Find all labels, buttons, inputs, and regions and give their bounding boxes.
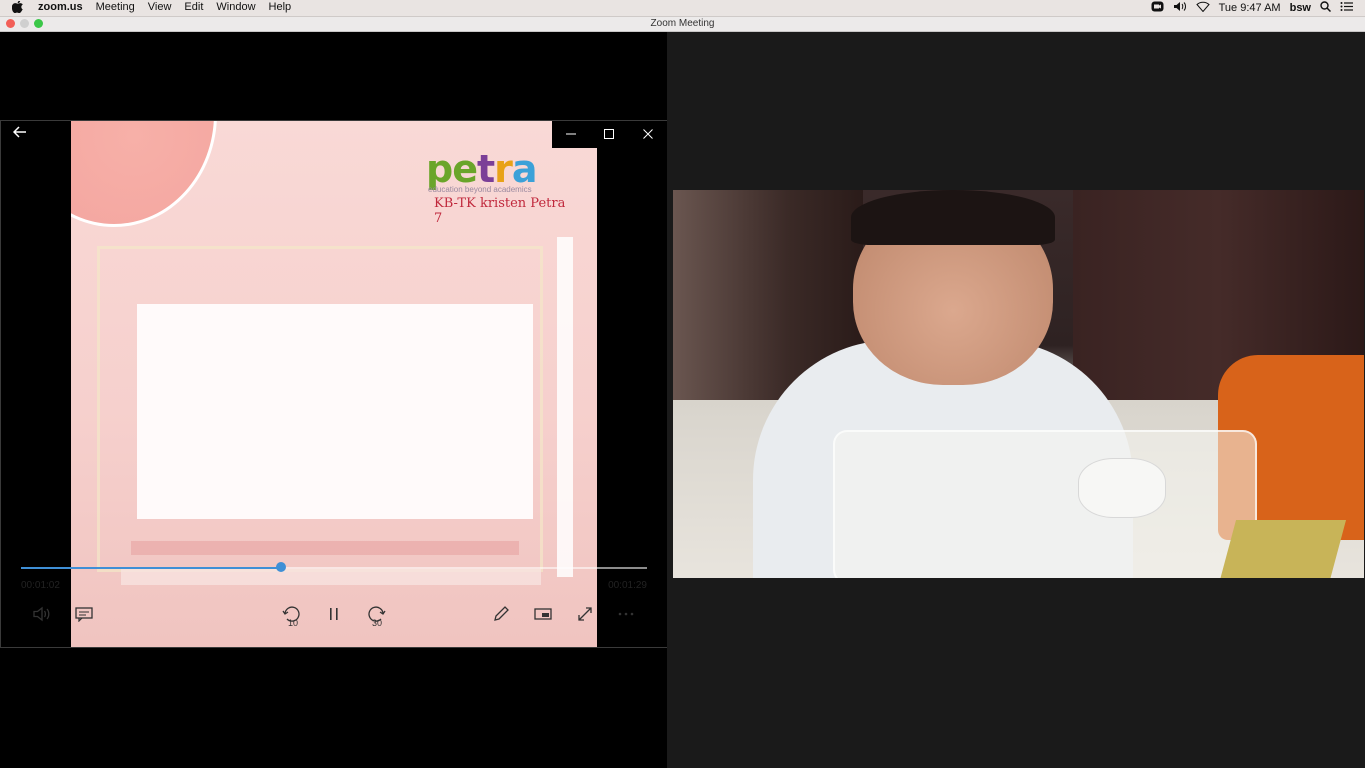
menu-bar: zoom.us Meeting View Edit Window Help Tu… bbox=[0, 0, 1365, 17]
white-cup bbox=[1078, 458, 1166, 518]
subtitles-icon[interactable] bbox=[71, 603, 97, 625]
menu-edit[interactable]: Edit bbox=[184, 1, 203, 13]
menu-app-zoom[interactable]: zoom.us bbox=[38, 1, 83, 13]
volume-icon[interactable] bbox=[29, 603, 55, 625]
window-title-bar: Zoom Meeting bbox=[0, 17, 1365, 32]
pause-icon[interactable] bbox=[321, 603, 347, 625]
clock-text[interactable]: Tue 9:47 AM bbox=[1219, 2, 1281, 14]
plastic-tray bbox=[833, 430, 1257, 578]
total-time: 00:01:29 bbox=[608, 580, 647, 591]
more-options-icon[interactable] bbox=[613, 603, 639, 625]
volume-status-icon[interactable] bbox=[1173, 1, 1187, 15]
window-title: Zoom Meeting bbox=[650, 18, 715, 29]
cloth bbox=[1219, 520, 1347, 578]
participant-hair bbox=[851, 190, 1055, 245]
close-icon[interactable] bbox=[642, 127, 654, 143]
seek-thumb[interactable] bbox=[275, 562, 286, 572]
apple-menu-icon[interactable] bbox=[11, 0, 24, 16]
wifi-status-icon[interactable] bbox=[1195, 1, 1210, 15]
back-arrow-icon[interactable] bbox=[12, 125, 27, 143]
participant-video bbox=[673, 190, 1364, 578]
menu-window[interactable]: Window bbox=[216, 1, 255, 13]
decorative-stripe bbox=[131, 541, 519, 555]
mini-view-icon[interactable] bbox=[530, 603, 556, 625]
maximize-icon[interactable] bbox=[603, 127, 615, 143]
forward-30-icon[interactable]: 30 bbox=[363, 603, 389, 628]
elapsed-time: 00:01:02 bbox=[21, 580, 60, 591]
media-player-window: petra education beyond academics KB-TK k… bbox=[0, 120, 668, 648]
menu-help[interactable]: Help bbox=[269, 1, 292, 13]
seek-bar[interactable] bbox=[21, 562, 647, 572]
menu-view[interactable]: View bbox=[148, 1, 172, 13]
menu-meeting[interactable]: Meeting bbox=[96, 1, 135, 13]
school-name: KB-TK kristen Petra 7 bbox=[434, 196, 566, 226]
rewind-10-icon[interactable]: 10 bbox=[279, 603, 305, 628]
edit-pencil-icon[interactable] bbox=[488, 603, 514, 625]
logo-tagline: education beyond academics bbox=[428, 185, 532, 194]
decorative-circle bbox=[71, 121, 217, 227]
decorative-stripe bbox=[121, 569, 541, 585]
logo-wordmark: petra bbox=[426, 147, 538, 191]
notification-center-icon[interactable] bbox=[1340, 1, 1353, 15]
shared-screen: petra education beyond academics KB-TK k… bbox=[0, 32, 668, 768]
rewind-label: 10 bbox=[288, 618, 299, 628]
school-logo: petra education beyond academics KB-TK k… bbox=[426, 149, 576, 226]
forward-label: 30 bbox=[372, 618, 383, 628]
seek-progress bbox=[21, 567, 281, 569]
decorative-bar bbox=[557, 237, 573, 577]
minimize-icon[interactable] bbox=[565, 127, 577, 143]
spotlight-search-icon[interactable] bbox=[1320, 1, 1332, 15]
user-name[interactable]: bsw bbox=[1290, 2, 1311, 14]
blank-slide-area bbox=[137, 304, 533, 519]
zoom-status-icon[interactable] bbox=[1151, 1, 1164, 15]
fullscreen-icon[interactable] bbox=[572, 603, 598, 625]
player-window-controls bbox=[552, 121, 667, 148]
